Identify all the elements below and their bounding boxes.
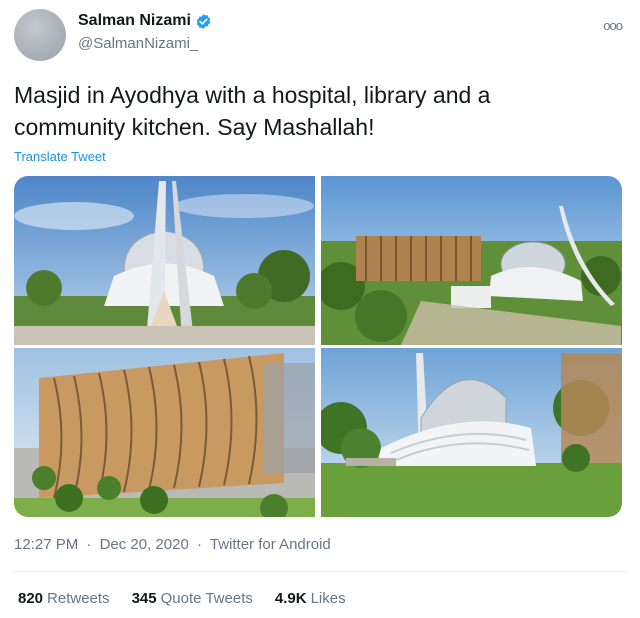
hospital-building-render-icon — [14, 348, 315, 517]
quote-tweets-label: Quote Tweets — [160, 590, 253, 607]
tweet-text-line-1: Masjid in Ayodhya with a hospital, libra… — [14, 82, 491, 108]
media-image-2[interactable] — [321, 176, 622, 345]
media-image-3[interactable] — [14, 348, 315, 517]
media-image-1[interactable] — [14, 176, 315, 345]
translate-tweet-link[interactable]: Translate Tweet — [14, 149, 106, 164]
meta-separator: · — [86, 536, 92, 553]
author-name-row[interactable]: Salman Nizami — [78, 12, 212, 30]
dome-side-render-icon — [321, 348, 622, 517]
author-handle[interactable]: @SalmanNizami_ — [78, 35, 198, 52]
retweets-stat[interactable]: 820 Retweets — [18, 590, 110, 607]
more-options-icon[interactable]: ooo — [603, 18, 623, 33]
verified-badge-icon — [196, 13, 211, 29]
likes-label: Likes — [310, 590, 346, 607]
retweets-label: Retweets — [47, 590, 110, 607]
complex-aerial-render-icon — [321, 176, 622, 345]
media-image-4[interactable] — [321, 348, 622, 517]
tweet-date[interactable]: Dec 20, 2020 — [100, 536, 189, 553]
tweet-source[interactable]: Twitter for Android — [210, 536, 331, 553]
tweet-text: Masjid in Ayodhya with a hospital, libra… — [14, 79, 624, 143]
retweets-count: 820 — [18, 590, 44, 607]
media-grid — [14, 176, 622, 517]
tweet-stats: 820 Retweets 345 Quote Tweets 4.9K Likes — [18, 590, 346, 607]
tweet-time[interactable]: 12:27 PM — [14, 536, 78, 553]
tweet-meta: 12:27 PM · Dec 20, 2020 · Twitter for An… — [14, 536, 331, 553]
avatar[interactable] — [14, 9, 66, 61]
likes-stat[interactable]: 4.9K Likes — [275, 590, 346, 607]
quote-tweets-stat[interactable]: 345 Quote Tweets — [132, 590, 253, 607]
mosque-front-render-icon — [14, 176, 315, 345]
likes-count: 4.9K — [274, 590, 307, 607]
divider — [14, 571, 626, 572]
meta-separator: · — [196, 536, 202, 553]
tweet-text-line-2: community kitchen. Say Mashallah! — [14, 114, 375, 140]
author-display-name[interactable]: Salman Nizami — [78, 12, 191, 30]
quote-tweets-count: 345 — [131, 590, 157, 607]
